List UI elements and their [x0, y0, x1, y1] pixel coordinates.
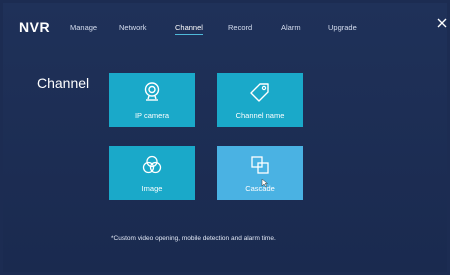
tile-label: Cascade — [245, 184, 275, 193]
tile-label: IP camera — [134, 111, 170, 120]
tab-upgrade[interactable]: Upgrade — [328, 23, 357, 32]
active-tab-indicator — [175, 34, 203, 35]
tile-ip-camera[interactable]: IP camera — [109, 73, 195, 127]
tile-channel-name[interactable]: Channel name — [217, 73, 303, 127]
section-title: Channel — [37, 75, 90, 91]
tile-label: Channel name — [235, 111, 285, 120]
tile-label: Image — [141, 184, 163, 193]
top-navigation-bar: NVR Manage Network Channel Record Alarm … — [3, 3, 447, 47]
app-logo: NVR — [19, 19, 51, 35]
tab-channel[interactable]: Channel — [175, 23, 203, 35]
tab-manage[interactable]: Manage — [70, 23, 97, 32]
nvr-window: NVR Manage Network Channel Record Alarm … — [3, 3, 447, 272]
close-icon — [437, 18, 447, 28]
tag-icon — [250, 83, 269, 102]
close-button[interactable] — [437, 15, 447, 28]
tile-image[interactable]: Image — [109, 146, 195, 200]
tab-network[interactable]: Network — [119, 23, 147, 32]
tile-cascade[interactable]: Cascade — [217, 146, 303, 200]
tab-alarm[interactable]: Alarm — [281, 23, 301, 32]
tab-record[interactable]: Record — [228, 23, 252, 32]
webcam-icon — [144, 82, 160, 101]
footnote-text: *Custom video opening, mobile detection … — [111, 235, 276, 242]
color-circles-icon — [142, 155, 162, 174]
tab-channel-label: Channel — [175, 23, 203, 32]
overlap-squares-icon — [251, 156, 269, 174]
